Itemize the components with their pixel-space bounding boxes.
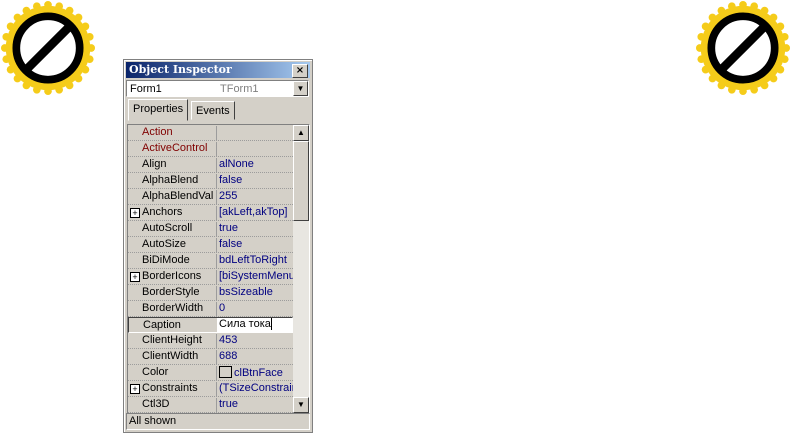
property-value-text: clBtnFace bbox=[234, 367, 283, 379]
property-value-text: 453 bbox=[219, 334, 238, 346]
property-value[interactable]: 688 bbox=[216, 350, 296, 364]
property-row[interactable]: BorderStyle bsSizeable bbox=[128, 285, 293, 301]
property-value[interactable]: false bbox=[216, 174, 296, 188]
property-value-text: alNone bbox=[219, 158, 254, 170]
expand-icon[interactable]: + bbox=[130, 208, 140, 218]
property-name: ClientHeight bbox=[142, 334, 202, 346]
vertical-scrollbar[interactable]: ▲ ▼ bbox=[293, 125, 309, 413]
property-value-text: false bbox=[219, 174, 243, 186]
property-row[interactable]: Color clBtnFace bbox=[128, 365, 293, 381]
property-value[interactable]: (TSizeConstraint bbox=[216, 382, 296, 396]
status-text: All shown bbox=[129, 415, 177, 427]
tab-properties[interactable]: Properties bbox=[128, 99, 189, 121]
expand-icon[interactable]: + bbox=[130, 272, 140, 282]
tab-events[interactable]: Events bbox=[191, 101, 235, 120]
property-row[interactable]: AutoScroll true bbox=[128, 221, 293, 237]
property-row[interactable]: Caption Сила тока bbox=[128, 317, 296, 333]
property-name: BorderWidth bbox=[142, 302, 204, 314]
property-row[interactable]: AlphaBlendValue 255 bbox=[128, 189, 293, 205]
property-value[interactable] bbox=[216, 126, 296, 140]
property-row[interactable]: AlphaBlend false bbox=[128, 173, 293, 189]
close-button[interactable]: × bbox=[292, 64, 308, 78]
property-name: BiDiMode bbox=[142, 254, 190, 266]
property-row[interactable]: + BorderIcons [biSystemMenu, bbox=[128, 269, 296, 285]
property-row[interactable]: Align alNone bbox=[128, 157, 293, 173]
property-value-text: bsSizeable bbox=[219, 286, 273, 298]
object-inspector-window: Object Inspector × Form1 TForm1 ▼ Proper… bbox=[123, 59, 313, 433]
property-name: AlphaBlend bbox=[142, 174, 199, 186]
property-name: ActiveControl bbox=[142, 142, 208, 154]
chevron-down-icon[interactable]: ▼ bbox=[293, 81, 308, 96]
property-grid: Action ActiveControl Align alNone AlphaBlend… bbox=[127, 124, 310, 414]
property-value[interactable]: bdLeftToRight bbox=[216, 254, 296, 268]
property-row[interactable]: + Constraints (TSizeConstraint bbox=[128, 381, 296, 397]
property-value[interactable]: bsSizeable bbox=[216, 286, 296, 300]
property-value[interactable]: 0 bbox=[216, 302, 296, 316]
property-name: Constraints bbox=[142, 382, 198, 394]
property-name: Action bbox=[142, 126, 173, 138]
property-value[interactable]: Сила тока bbox=[217, 318, 296, 333]
property-value-text: false bbox=[219, 238, 243, 250]
scroll-down-button[interactable]: ▼ bbox=[293, 397, 309, 413]
property-value[interactable]: alNone bbox=[216, 158, 296, 172]
property-value-text: true bbox=[219, 398, 238, 410]
property-value[interactable]: true bbox=[216, 398, 296, 412]
property-name: BorderIcons bbox=[142, 270, 202, 282]
property-value-text: [biSystemMenu, bbox=[219, 270, 296, 282]
property-value[interactable]: 255 bbox=[216, 190, 296, 204]
property-value-text: 0 bbox=[219, 302, 226, 314]
property-value-text: (TSizeConstraint bbox=[219, 382, 296, 394]
property-row[interactable]: BorderWidth 0 bbox=[128, 301, 293, 317]
property-name: Ctl3D bbox=[142, 398, 170, 410]
expand-icon[interactable]: + bbox=[130, 384, 140, 394]
scroll-up-button[interactable]: ▲ bbox=[293, 125, 309, 141]
property-name: BorderStyle bbox=[142, 286, 200, 298]
property-row[interactable]: AutoSize false bbox=[128, 237, 293, 253]
status-bar: All shown bbox=[126, 413, 310, 430]
property-row[interactable]: + Anchors [akLeft,akTop] bbox=[128, 205, 293, 221]
color-swatch bbox=[219, 366, 232, 378]
property-value-text: Сила тока bbox=[219, 318, 271, 330]
scroll-thumb[interactable] bbox=[293, 141, 309, 221]
object-name: Form1 bbox=[130, 83, 162, 95]
property-value-text: 255 bbox=[219, 190, 238, 202]
property-row[interactable]: Action bbox=[128, 125, 293, 141]
property-name: AutoSize bbox=[142, 238, 187, 250]
text-cursor bbox=[270, 318, 272, 330]
property-value[interactable]: true bbox=[216, 222, 296, 236]
property-name: AlphaBlendValue bbox=[142, 190, 214, 202]
property-value[interactable]: false bbox=[216, 238, 296, 252]
property-value[interactable]: [akLeft,akTop] bbox=[216, 206, 296, 220]
property-value[interactable]: clBtnFace bbox=[216, 366, 296, 380]
window-title: Object Inspector bbox=[129, 63, 232, 76]
property-value[interactable]: 453 bbox=[216, 334, 296, 348]
property-name: Caption bbox=[143, 319, 181, 331]
title-bar[interactable]: Object Inspector × bbox=[126, 62, 310, 78]
property-row[interactable]: ActiveControl bbox=[128, 141, 293, 157]
property-value-text: 688 bbox=[219, 350, 238, 362]
prohibited-sign-icon bbox=[0, 0, 96, 96]
object-selector-combo[interactable]: Form1 TForm1 ▼ bbox=[126, 80, 309, 97]
property-value-text: true bbox=[219, 222, 238, 234]
property-name: AutoScroll bbox=[142, 222, 193, 234]
property-row[interactable]: Ctl3D true bbox=[128, 397, 293, 413]
prohibited-sign-icon bbox=[695, 0, 791, 96]
object-type: TForm1 bbox=[220, 83, 259, 95]
property-value[interactable]: [biSystemMenu, bbox=[216, 270, 296, 284]
property-row[interactable]: ClientWidth 688 bbox=[128, 349, 293, 365]
property-value[interactable] bbox=[216, 142, 296, 156]
property-name: Color bbox=[142, 366, 169, 378]
property-name: Align bbox=[142, 158, 167, 170]
property-name: Anchors bbox=[142, 206, 183, 218]
property-row[interactable]: ClientHeight 453 bbox=[128, 333, 293, 349]
property-value-text: [akLeft,akTop] bbox=[219, 206, 288, 218]
property-row[interactable]: BiDiMode bdLeftToRight bbox=[128, 253, 293, 269]
property-name: ClientWidth bbox=[142, 350, 199, 362]
property-value-text: bdLeftToRight bbox=[219, 254, 287, 266]
